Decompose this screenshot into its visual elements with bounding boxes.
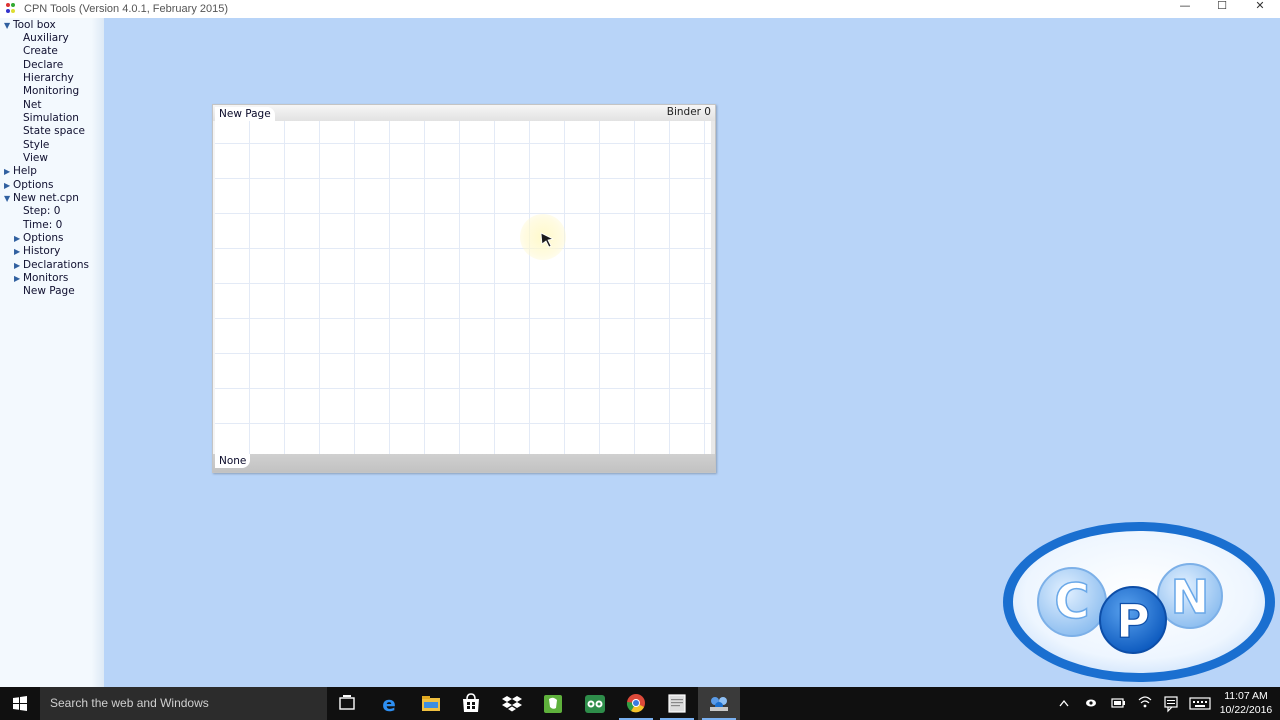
- tree-label: Options: [23, 232, 64, 244]
- binder-edge: [711, 121, 715, 455]
- tripadvisor-icon[interactable]: [574, 687, 616, 720]
- window-title: CPN Tools (Version 4.0.1, February 2015): [24, 3, 229, 15]
- clock-date: 10/22/2016: [1219, 704, 1273, 716]
- start-button[interactable]: [0, 687, 40, 720]
- tool-style[interactable]: Style: [23, 139, 49, 152]
- taskbar: Search the web and Windows e 11:07 AM 10…: [0, 687, 1280, 720]
- binder-window[interactable]: New Page Binder 0 None: [212, 104, 716, 473]
- logo-letter-c: C: [1054, 574, 1089, 630]
- net-page[interactable]: New Page: [23, 285, 75, 298]
- tool-declare[interactable]: Declare: [23, 59, 63, 72]
- tree-label: Options: [13, 179, 54, 191]
- windows-logo-icon: [13, 696, 27, 711]
- app-tray-icon[interactable]: [1082, 687, 1100, 720]
- tool-net[interactable]: Net: [23, 99, 41, 112]
- net-step: Step: 0: [23, 205, 61, 217]
- page-tab[interactable]: New Page: [215, 107, 275, 122]
- search-box[interactable]: Search the web and Windows: [40, 687, 327, 720]
- dropbox-icon[interactable]: [491, 687, 533, 720]
- tree-label: History: [23, 245, 61, 257]
- collapsed-triangle-icon[interactable]: ▶: [14, 232, 23, 245]
- taskbar-clock[interactable]: 11:07 AM 10/22/2016: [1216, 689, 1276, 717]
- net-declarations[interactable]: ▶ Declarations: [14, 259, 89, 272]
- title-bar: CPN Tools (Version 4.0.1, February 2015)…: [0, 0, 1280, 18]
- tree-help[interactable]: ▶ Help: [4, 165, 37, 178]
- binder-bottom-bar: None: [213, 454, 715, 472]
- maximize-button[interactable]: ☐: [1203, 0, 1241, 14]
- notes-icon[interactable]: [656, 687, 698, 720]
- svg-text:e: e: [382, 692, 396, 716]
- page-grid[interactable]: [215, 121, 711, 455]
- net-monitors[interactable]: ▶ Monitors: [14, 272, 68, 285]
- collapsed-triangle-icon[interactable]: ▶: [14, 245, 23, 258]
- bottom-tab[interactable]: None: [215, 454, 251, 468]
- store-icon[interactable]: [450, 687, 492, 720]
- logo-letter-n: N: [1171, 570, 1210, 624]
- collapsed-triangle-icon[interactable]: ▶: [14, 259, 23, 272]
- cpn-app-icon: [6, 3, 20, 15]
- action-center-icon[interactable]: [1162, 687, 1180, 720]
- tree-label: New net.cpn: [13, 192, 79, 204]
- close-button[interactable]: ✕: [1241, 0, 1279, 14]
- net-history[interactable]: ▶ History: [14, 245, 60, 258]
- cpn-logo: C P N: [1003, 522, 1275, 682]
- tool-view[interactable]: View: [23, 152, 48, 165]
- tool-auxiliary[interactable]: Auxiliary: [23, 32, 69, 45]
- show-hidden-icons-icon[interactable]: [1056, 687, 1072, 720]
- binder-tab-bar[interactable]: New Page Binder 0: [213, 105, 715, 122]
- edge-icon[interactable]: e: [368, 687, 410, 720]
- tool-state-space[interactable]: State space: [23, 125, 85, 138]
- tool-create[interactable]: Create: [23, 45, 58, 58]
- collapsed-triangle-icon[interactable]: ▶: [4, 179, 13, 192]
- index-panel: ▼ Tool box Auxiliary Create Declare Hiera…: [0, 18, 104, 687]
- tool-hierarchy[interactable]: Hierarchy: [23, 72, 74, 85]
- tree-net[interactable]: ▼ New net.cpn: [4, 192, 79, 205]
- keyboard-icon[interactable]: [1188, 687, 1212, 720]
- tree-label: Declarations: [23, 259, 90, 271]
- net-time: Time: 0: [23, 219, 63, 231]
- minimize-button[interactable]: —: [1166, 0, 1204, 14]
- file-explorer-icon[interactable]: [410, 687, 452, 720]
- tree-label: Help: [13, 165, 37, 177]
- tree-options[interactable]: ▶ Options: [4, 179, 54, 192]
- search-placeholder: Search the web and Windows: [50, 696, 209, 710]
- net-options[interactable]: ▶ Options: [14, 232, 64, 245]
- task-view-icon[interactable]: [326, 687, 368, 720]
- chrome-icon[interactable]: [615, 687, 657, 720]
- tool-monitoring[interactable]: Monitoring: [23, 85, 79, 98]
- wifi-icon[interactable]: [1136, 687, 1154, 720]
- binder-label: Binder 0: [666, 106, 711, 118]
- clock-time: 11:07 AM: [1224, 690, 1268, 702]
- tool-simulation[interactable]: Simulation: [23, 112, 79, 125]
- expanded-triangle-icon[interactable]: ▼: [4, 192, 13, 205]
- evernote-icon[interactable]: [532, 687, 574, 720]
- logo-letter-p: P: [1116, 594, 1150, 648]
- battery-icon[interactable]: [1109, 687, 1127, 720]
- mouse-pointer-icon: [540, 232, 555, 248]
- expanded-triangle-icon[interactable]: ▼: [4, 19, 13, 32]
- collapsed-triangle-icon[interactable]: ▶: [4, 165, 13, 178]
- tree-toolbox[interactable]: ▼ Tool box: [4, 19, 56, 32]
- tree-label: Tool box: [13, 19, 56, 31]
- tree-label: Monitors: [23, 272, 69, 284]
- cpn-tools-icon[interactable]: [698, 687, 740, 720]
- collapsed-triangle-icon[interactable]: ▶: [14, 272, 23, 285]
